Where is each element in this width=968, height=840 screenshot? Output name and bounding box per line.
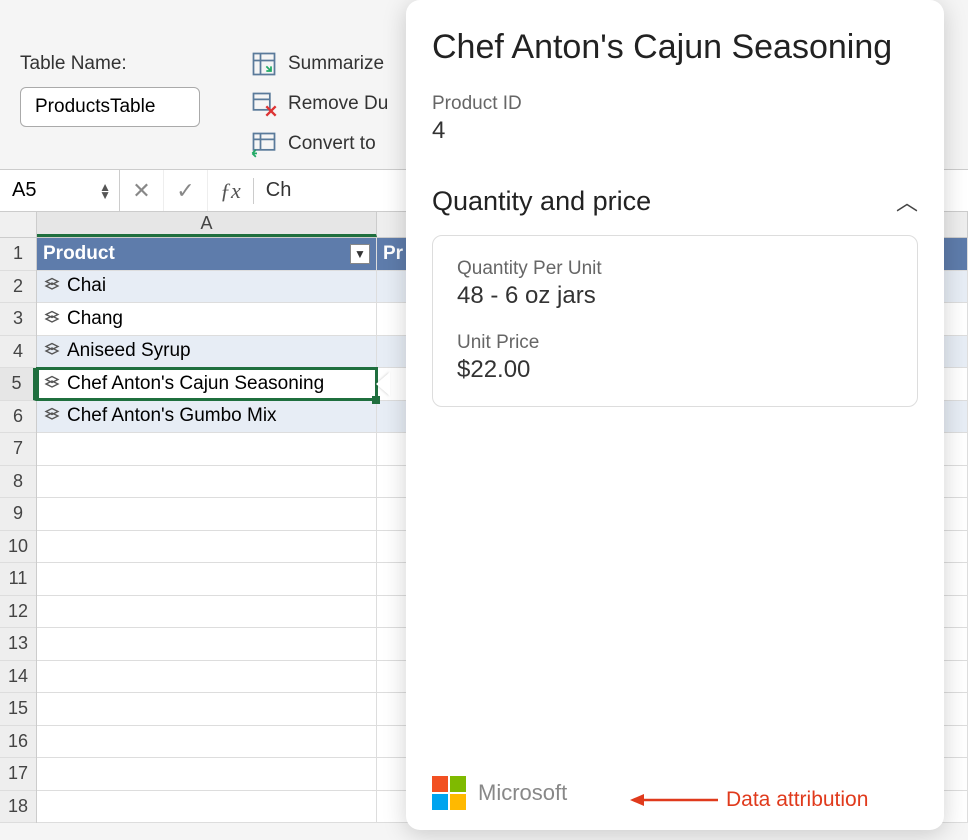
cell-a3-text: Chang — [67, 308, 123, 330]
row-header-10[interactable]: 10 — [0, 531, 36, 564]
card-title: Chef Anton's Cajun Seasoning — [432, 28, 918, 67]
quantity-price-title: Quantity and price — [432, 186, 651, 217]
row-header-8[interactable]: 8 — [0, 466, 36, 499]
chevron-up-icon: ︿ — [896, 185, 918, 217]
table-header-product-text: Product — [43, 243, 115, 265]
row-header-15[interactable]: 15 — [0, 693, 36, 726]
cell-a17[interactable] — [37, 758, 377, 790]
formula-input[interactable]: Ch — [254, 179, 292, 202]
microsoft-logo-icon — [432, 776, 466, 810]
table-name-label: Table Name: — [20, 53, 200, 75]
table-name-group: Table Name: — [20, 8, 200, 155]
price-value: $22.00 — [457, 356, 893, 384]
select-all-corner[interactable] — [0, 212, 36, 238]
check-icon: ✓ — [176, 178, 194, 204]
x-icon: ✕ — [132, 178, 150, 204]
cell-a18[interactable] — [37, 791, 377, 823]
name-box[interactable]: A5 ▲▼ — [0, 170, 120, 211]
qpu-value: 48 - 6 oz jars — [457, 282, 893, 310]
table-tools-group: Summarize Remove Du Convert to — [250, 8, 388, 155]
product-id-label: Product ID — [432, 93, 918, 115]
datatype-icon — [43, 375, 61, 393]
cell-a8[interactable] — [37, 466, 377, 498]
row-header-12[interactable]: 12 — [0, 596, 36, 629]
row-header-11[interactable]: 11 — [0, 563, 36, 596]
cell-a9[interactable] — [37, 498, 377, 530]
cell-a3[interactable]: Chang — [37, 303, 377, 335]
table-name-input[interactable] — [20, 87, 200, 127]
price-label: Unit Price — [457, 332, 893, 354]
cell-a10[interactable] — [37, 531, 377, 563]
cell-a2[interactable]: Chai — [37, 271, 377, 303]
card-pointer — [376, 372, 390, 396]
row-header-13[interactable]: 13 — [0, 628, 36, 661]
cell-a7[interactable] — [37, 433, 377, 465]
cell-a15[interactable] — [37, 693, 377, 725]
enter-button[interactable]: ✓ — [164, 170, 208, 211]
row-header-9[interactable]: 9 — [0, 498, 36, 531]
qpu-label: Quantity Per Unit — [457, 258, 893, 280]
summarize-pivot-button[interactable]: Summarize — [250, 50, 388, 78]
annotation-text: Data attribution — [726, 788, 868, 812]
datatype-icon — [43, 407, 61, 425]
cell-a6[interactable]: Chef Anton's Gumbo Mix — [37, 401, 377, 433]
cell-a6-text: Chef Anton's Gumbo Mix — [67, 405, 277, 427]
pivot-icon — [250, 50, 278, 78]
cell-a14[interactable] — [37, 661, 377, 693]
row-headers: 1 2 3 4 5 6 7 8 9 10 11 12 13 14 15 16 1… — [0, 212, 37, 823]
remove-duplicates-icon — [250, 90, 278, 118]
column-header-a[interactable]: A — [37, 212, 377, 237]
remove-duplicates-label: Remove Du — [288, 93, 388, 115]
cell-a4[interactable]: Aniseed Syrup — [37, 336, 377, 368]
summarize-label: Summarize — [288, 53, 384, 75]
table-header-product[interactable]: Product ▼ — [37, 238, 377, 270]
annotation-callout: Data attribution — [630, 788, 868, 812]
row-header-3[interactable]: 3 — [0, 303, 36, 336]
row-header-17[interactable]: 17 — [0, 758, 36, 791]
row-header-7[interactable]: 7 — [0, 433, 36, 466]
cell-a12[interactable] — [37, 596, 377, 628]
cell-a2-text: Chai — [67, 275, 106, 297]
quantity-price-section-body: Quantity Per Unit 48 - 6 oz jars Unit Pr… — [432, 235, 918, 407]
convert-to-range-button[interactable]: Convert to — [250, 130, 388, 158]
row-header-6[interactable]: 6 — [0, 401, 36, 434]
cell-a13[interactable] — [37, 628, 377, 660]
datatype-icon — [43, 310, 61, 328]
datatype-icon — [43, 277, 61, 295]
attribution-text: Microsoft — [478, 780, 567, 806]
cell-a11[interactable] — [37, 563, 377, 595]
cell-a5[interactable]: Chef Anton's Cajun Seasoning — [37, 368, 377, 400]
filter-button[interactable]: ▼ — [350, 244, 370, 264]
row-header-2[interactable]: 2 — [0, 271, 36, 304]
row-header-14[interactable]: 14 — [0, 661, 36, 694]
cancel-button[interactable]: ✕ — [120, 170, 164, 211]
data-type-card: Chef Anton's Cajun Seasoning Product ID … — [406, 0, 944, 830]
fx-button[interactable]: ƒx — [208, 178, 254, 204]
cell-a4-text: Aniseed Syrup — [67, 340, 191, 362]
convert-range-label: Convert to — [288, 133, 376, 155]
product-id-value: 4 — [432, 117, 918, 145]
quantity-price-section-header[interactable]: Quantity and price ︿ — [432, 185, 918, 217]
convert-range-icon — [250, 130, 278, 158]
cell-a16[interactable] — [37, 726, 377, 758]
qpu-field: Quantity Per Unit 48 - 6 oz jars — [457, 258, 893, 310]
row-header-1[interactable]: 1 — [0, 238, 36, 271]
table-header-next-text: Pr — [383, 243, 403, 265]
cell-a5-text: Chef Anton's Cajun Seasoning — [67, 373, 324, 395]
row-header-16[interactable]: 16 — [0, 726, 36, 759]
row-header-4[interactable]: 4 — [0, 336, 36, 369]
name-box-spinner[interactable]: ▲▼ — [99, 183, 111, 199]
arrow-left-icon — [630, 790, 720, 810]
price-field: Unit Price $22.00 — [457, 332, 893, 384]
fill-handle[interactable] — [372, 396, 380, 404]
row-header-5[interactable]: 5 — [0, 368, 36, 401]
remove-duplicates-button[interactable]: Remove Du — [250, 90, 388, 118]
row-header-18[interactable]: 18 — [0, 791, 36, 824]
name-box-value: A5 — [12, 179, 36, 202]
product-id-field: Product ID 4 — [432, 93, 918, 145]
datatype-icon — [43, 342, 61, 360]
